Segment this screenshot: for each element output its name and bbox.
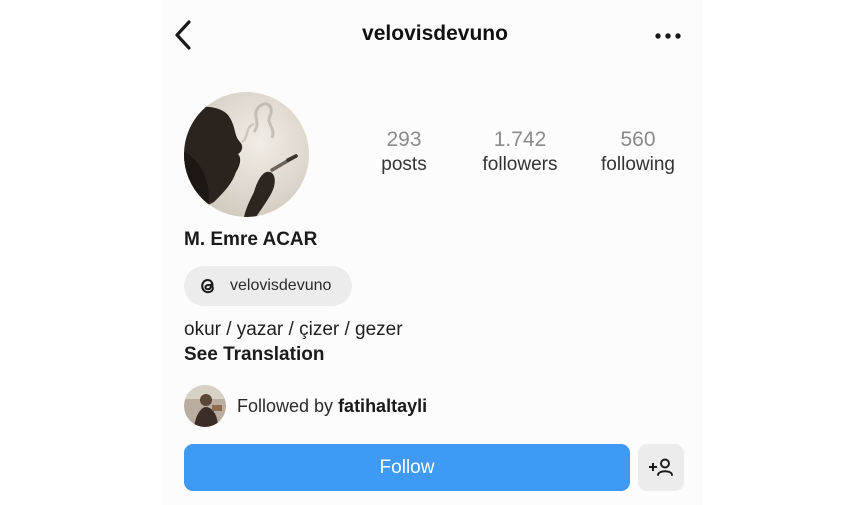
followed-by-text[interactable]: Followed by fatihaltayli [237,396,427,417]
posts-count-label: posts [381,154,427,175]
profile-username-title: velovisdevuno [362,22,508,45]
mutual-follower-avatar[interactable] [184,385,226,427]
following-count[interactable]: 560 following [592,128,684,178]
more-options-button[interactable] [652,25,684,47]
posts-count-value: 293 [386,128,422,151]
threads-profile-link[interactable]: velovisdevuno [184,266,352,306]
add-user-icon [649,458,673,476]
profile-bio: okur / yazar / çizer / gezer [184,319,403,340]
posts-count[interactable]: 293 posts [372,128,436,178]
followed-by-prefix: Followed by [237,396,339,416]
chevron-left-icon [175,20,191,50]
threads-icon [201,278,214,294]
following-count-label: following [601,154,675,175]
mutual-follower-photo [184,385,226,427]
threads-handle: velovisdevuno [230,277,332,294]
suggested-users-button[interactable] [638,444,684,491]
profile-photo [184,92,309,217]
see-translation-link[interactable]: See Translation [184,344,324,366]
back-button[interactable] [170,18,198,52]
followers-count[interactable]: 1.742 followers [470,128,570,178]
profile-avatar[interactable] [184,92,309,217]
profile-panel [163,0,703,505]
followers-count-value: 1.742 [493,128,547,151]
followed-by-user: fatihaltayli [338,396,428,416]
following-count-value: 560 [620,128,656,151]
followers-count-label: followers [482,154,558,175]
follow-button[interactable]: Follow [184,444,630,491]
more-horizontal-icon [655,33,681,39]
profile-full-name: M. Emre ACAR [184,229,318,250]
